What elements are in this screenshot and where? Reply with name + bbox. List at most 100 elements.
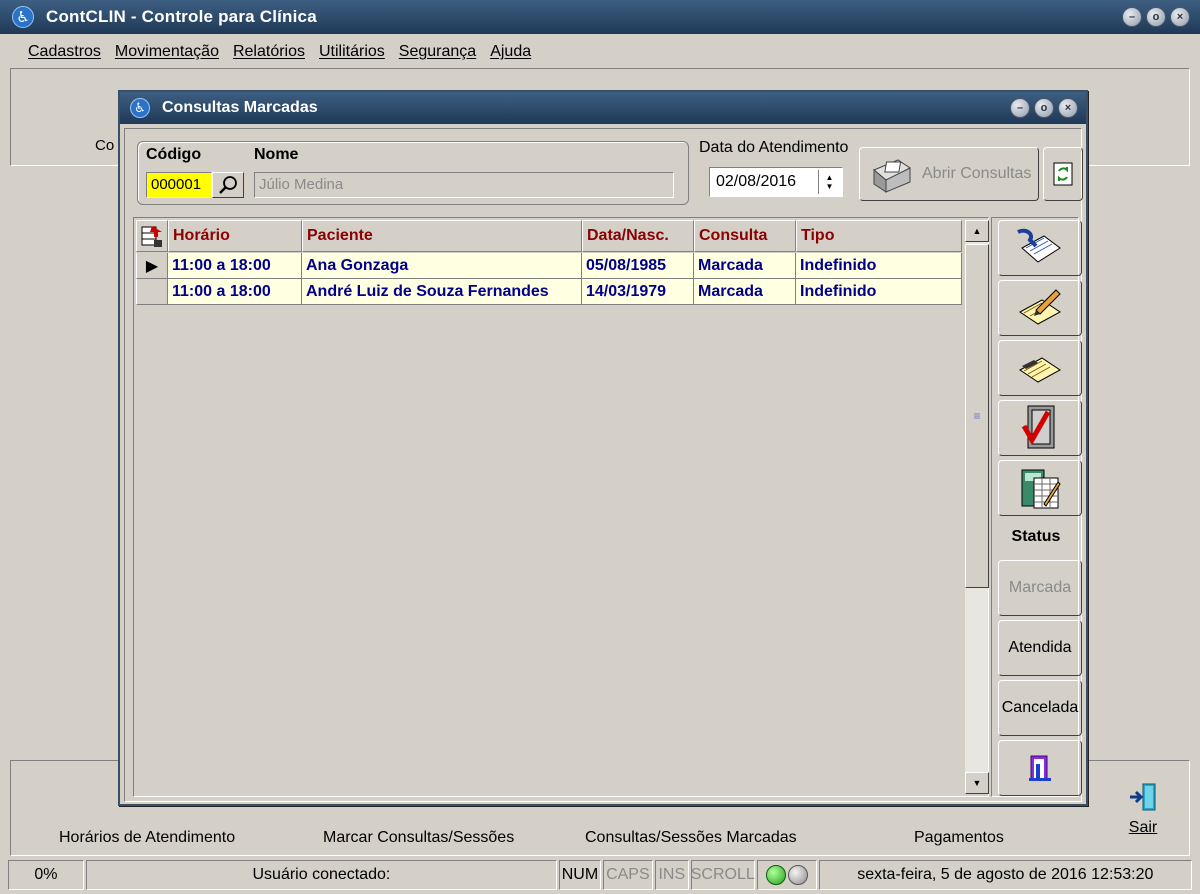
scroll-thumb[interactable]: ≡ — [965, 244, 989, 588]
patient-group: Código Nome 000001 Júlio Medina — [137, 141, 689, 205]
excluir-consulta-button[interactable] — [998, 340, 1082, 396]
sair-label: Sair — [1128, 819, 1158, 836]
status-cancelada-label: Cancelada — [1001, 699, 1079, 716]
shortcut-label-partial[interactable]: Co — [95, 137, 114, 154]
wheelchair-icon: ♿ — [130, 98, 150, 118]
datetime-label: sexta-feira, 5 de agosto de 2016 12:53:2… — [818, 860, 1192, 890]
abrir-consultas-label: Abrir Consultas — [922, 165, 1032, 182]
nome-label: Nome — [254, 146, 299, 163]
editar-consulta-button[interactable] — [998, 280, 1082, 336]
status-marcada-label: Marcada — [1008, 579, 1072, 596]
menu-cadastros[interactable]: Cadastros — [28, 43, 101, 61]
card-file-icon — [873, 159, 911, 193]
connection-lights — [756, 860, 817, 890]
checkmark-box-icon — [1021, 405, 1055, 449]
progress-indicator: 0% — [8, 860, 84, 890]
cell-data-nasc[interactable]: 05/08/1985 — [582, 253, 694, 279]
cell-data-nasc[interactable]: 14/03/1979 — [582, 279, 694, 305]
grid-options-icon — [141, 226, 162, 247]
refresh-button[interactable] — [1043, 147, 1083, 201]
grid-corner-button[interactable] — [136, 220, 168, 252]
exit-door-icon — [1127, 781, 1159, 813]
window-title: ContCLIN - Controle para Clínica — [46, 7, 317, 26]
action-toolbar: Status Marcada Atendida Cancelada — [991, 217, 1082, 797]
status-label: Status — [1011, 528, 1061, 545]
dialog-titlebar: ♿ Consultas Marcadas – o × — [120, 92, 1086, 124]
menu-ajuda[interactable]: Ajuda — [490, 43, 531, 61]
status-atendida-label: Atendida — [1008, 639, 1072, 656]
column-header-horario[interactable]: Horário — [168, 220, 302, 252]
magnifier-icon — [219, 176, 237, 194]
cell-tipo[interactable]: Indefinido — [796, 279, 962, 305]
exit-door-icon — [1029, 755, 1051, 781]
shortcut-marcar-consultas[interactable]: Marcar Consultas/Sessões — [323, 829, 514, 847]
dialog-body: Código Nome 000001 Júlio Medina Data do … — [124, 128, 1083, 802]
consultas-marcadas-window: ♿ Consultas Marcadas – o × Código Nome 0… — [118, 90, 1088, 806]
table-row[interactable]: ▶ 11:00 a 18:00 Ana Gonzaga 05/08/1985 M… — [136, 253, 962, 279]
cell-horario[interactable]: 11:00 a 18:00 — [168, 279, 302, 305]
scroll-down-button[interactable]: ▼ — [965, 772, 989, 794]
codigo-input[interactable]: 000001 — [146, 172, 212, 198]
notepad-phone-icon — [1017, 228, 1061, 263]
codigo-search-button[interactable] — [212, 172, 244, 198]
insert-indicator: INS — [654, 860, 689, 890]
cell-paciente[interactable]: André Luiz de Souza Fernandes — [302, 279, 582, 305]
num-lock-indicator: NUM — [559, 860, 601, 890]
scroll-lock-indicator: SCROLL — [691, 860, 755, 890]
nome-input[interactable]: Júlio Medina — [254, 172, 674, 198]
menu-bar: Cadastros Movimentação Relatórios Utilit… — [8, 36, 1192, 68]
close-button[interactable]: × — [1170, 7, 1190, 27]
minimize-button[interactable]: – — [1122, 7, 1142, 27]
shortcut-pagamentos[interactable]: Pagamentos — [914, 829, 1004, 847]
grid-vertical-scrollbar[interactable]: ▲ ≡ ▼ — [964, 220, 989, 794]
notepad-eraser-icon — [1019, 357, 1061, 383]
fechar-janela-button[interactable] — [998, 740, 1082, 796]
nova-consulta-button[interactable] — [998, 220, 1082, 276]
shortcut-horarios-atendimento[interactable]: Horários de Atendimento — [59, 829, 235, 847]
cell-tipo[interactable]: Indefinido — [796, 253, 962, 279]
menu-seguranca[interactable]: Segurança — [399, 43, 476, 61]
dialog-title: Consultas Marcadas — [162, 99, 318, 116]
menu-utilitarios[interactable]: Utilitários — [319, 43, 385, 61]
menu-relatorios[interactable]: Relatórios — [233, 43, 305, 61]
column-header-consulta[interactable]: Consulta — [694, 220, 796, 252]
data-atendimento-input[interactable]: 02/08/2016 ▲ ▼ — [709, 167, 843, 197]
current-row-indicator-icon: ▶ — [136, 253, 168, 279]
data-atendimento-label: Data do Atendimento — [699, 139, 849, 156]
consultas-grid: Horário Paciente Data/Nasc. Consulta Tip… — [133, 217, 989, 797]
shortcut-consultas-marcadas[interactable]: Consultas/Sessões Marcadas — [585, 829, 797, 847]
main-titlebar: ♿ ContCLIN - Controle para Clínica – o × — [0, 0, 1200, 34]
cell-horario[interactable]: 11:00 a 18:00 — [168, 253, 302, 279]
status-atendida-button[interactable]: Atendida — [998, 620, 1082, 676]
status-cancelada-button[interactable]: Cancelada — [998, 680, 1082, 736]
confirmar-atendimento-button[interactable] — [998, 400, 1082, 456]
wheelchair-icon: ♿ — [12, 6, 34, 28]
menu-movimentacao[interactable]: Movimentação — [115, 43, 219, 61]
grey-light-icon — [787, 865, 808, 885]
column-header-paciente[interactable]: Paciente — [302, 220, 582, 252]
grid-header: Horário Paciente Data/Nasc. Consulta Tip… — [136, 220, 962, 252]
cell-consulta[interactable]: Marcada — [694, 253, 796, 279]
cell-paciente[interactable]: Ana Gonzaga — [302, 253, 582, 279]
row-indicator — [136, 279, 168, 305]
column-header-data-nasc[interactable]: Data/Nasc. — [582, 220, 694, 252]
codigo-label: Código — [146, 146, 202, 163]
edit-notepad-pencil-icon — [1019, 289, 1061, 325]
abrir-consultas-button[interactable]: Abrir Consultas — [859, 147, 1039, 201]
green-light-icon — [765, 865, 786, 885]
dialog-close-button[interactable]: × — [1058, 98, 1078, 118]
status-marcada-button[interactable]: Marcada — [998, 560, 1082, 616]
status-bar: 0% Usuário conectado: NUM CAPS INS SCROL… — [8, 860, 1192, 890]
dialog-minimize-button[interactable]: – — [1010, 98, 1030, 118]
table-row[interactable]: 11:00 a 18:00 André Luiz de Souza Fernan… — [136, 279, 962, 305]
user-connected-label: Usuário conectado: — [85, 860, 557, 890]
sair-button[interactable]: Sair — [1123, 781, 1163, 837]
caps-lock-indicator: CAPS — [602, 860, 653, 890]
cell-consulta[interactable]: Marcada — [694, 279, 796, 305]
column-header-tipo[interactable]: Tipo — [796, 220, 962, 252]
date-spinner[interactable]: ▲ ▼ — [818, 170, 840, 194]
pagamento-button[interactable] — [998, 460, 1082, 516]
scroll-up-button[interactable]: ▲ — [965, 220, 989, 242]
dialog-restore-button[interactable]: o — [1034, 98, 1054, 118]
restore-button[interactable]: o — [1146, 7, 1166, 27]
